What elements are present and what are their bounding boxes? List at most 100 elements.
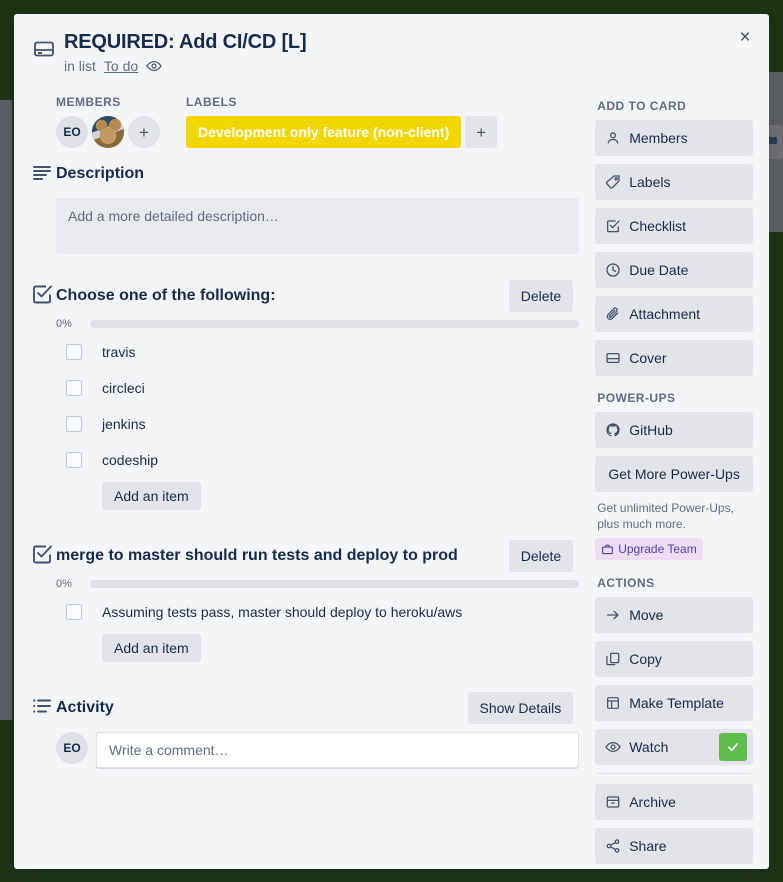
sidebar-item-label: Move bbox=[629, 606, 664, 623]
checklist-title: Choose one of the following: bbox=[56, 287, 276, 304]
sidebar-divider bbox=[597, 772, 751, 774]
members-heading: MEMBERS bbox=[56, 95, 121, 109]
cover-icon bbox=[605, 350, 621, 366]
tag-icon bbox=[605, 174, 621, 190]
labels-list: Development only feature (non-client) + bbox=[186, 116, 498, 148]
sidebar-item-labels[interactable]: Labels bbox=[595, 164, 753, 200]
card-icon bbox=[32, 37, 56, 61]
checklist-progress-label: 0% bbox=[56, 318, 72, 330]
clock-icon bbox=[605, 262, 621, 278]
sidebar-item-label: Archive bbox=[629, 793, 676, 810]
activity-module: Activity Show Details EO bbox=[33, 692, 580, 768]
checklist-item[interactable]: travis bbox=[56, 334, 579, 370]
copy-icon bbox=[605, 651, 621, 667]
activity-header: Activity Show Details bbox=[56, 692, 579, 724]
checklist-item-label: circleci bbox=[102, 380, 145, 396]
checkbox-icon[interactable] bbox=[66, 416, 82, 432]
eye-icon bbox=[605, 739, 621, 755]
checklist-item[interactable]: circleci bbox=[56, 370, 579, 406]
in-list-label: in list bbox=[64, 58, 96, 74]
avatar[interactable]: EO bbox=[56, 732, 88, 764]
avatar[interactable]: EO bbox=[56, 116, 88, 148]
sidebar-item-archive[interactable]: Archive bbox=[595, 783, 753, 820]
sidebar-item-label: Copy bbox=[629, 650, 662, 667]
checklist-progress-track bbox=[90, 320, 580, 328]
checkbox-icon[interactable] bbox=[66, 380, 82, 396]
page-title: REQUIRED: Add CI/CD [L] bbox=[64, 31, 307, 53]
modal-body: MEMBERS EO + LABELS Development only fea… bbox=[14, 80, 769, 869]
card-detail-modal: × REQUIRED: Add CI/CD [L] in list To do bbox=[14, 14, 769, 869]
share-icon bbox=[605, 838, 621, 854]
add-to-card-heading: ADD TO CARD bbox=[597, 99, 687, 113]
checklist-progress: 0% bbox=[56, 578, 580, 590]
board-background: × REQUIRED: Add CI/CD [L] in list To do bbox=[0, 0, 783, 882]
comment-row: EO bbox=[56, 732, 580, 768]
sidebar-item-share[interactable]: Share bbox=[595, 827, 753, 864]
checklist-item[interactable]: codeship bbox=[56, 442, 579, 478]
sidebar-item-make-template[interactable]: Make Template bbox=[595, 684, 753, 721]
description-module: Description Add a more detailed descript… bbox=[33, 158, 580, 254]
show-details-button[interactable]: Show Details bbox=[467, 692, 574, 724]
checklist-item[interactable]: jenkins bbox=[56, 406, 579, 442]
arrow-right-icon bbox=[605, 607, 621, 623]
sidebar-item-label: Due Date bbox=[629, 262, 689, 278]
checklist-item-label: jenkins bbox=[102, 416, 146, 432]
card-header: REQUIRED: Add CI/CD [L] in list To do bbox=[14, 14, 769, 80]
sidebar: ADD TO CARD Members Labels Checklist Due… bbox=[587, 88, 761, 869]
avatar[interactable] bbox=[92, 116, 124, 148]
checklist-header: merge to master should run tests and dep… bbox=[56, 540, 579, 572]
sidebar-item-label: Members bbox=[629, 130, 688, 146]
card-icon bbox=[768, 137, 777, 144]
checklist-icon bbox=[30, 542, 54, 566]
label-chip[interactable]: Development only feature (non-client) bbox=[186, 116, 462, 148]
checkbox-icon[interactable] bbox=[66, 344, 82, 360]
checklist-progress-track bbox=[90, 580, 580, 588]
actions-heading: ACTIONS bbox=[597, 575, 655, 590]
sidebar-item-move[interactable]: Move bbox=[595, 596, 753, 633]
sidebar-item-members[interactable]: Members bbox=[595, 120, 753, 156]
power-ups-heading: POWER-UPS bbox=[597, 391, 676, 405]
person-icon bbox=[605, 130, 621, 146]
sidebar-item-copy[interactable]: Copy bbox=[595, 640, 753, 677]
add-checklist-item-button[interactable]: Add an item bbox=[102, 482, 201, 510]
card-breadcrumb: in list To do bbox=[64, 56, 713, 76]
comment-input[interactable] bbox=[96, 732, 580, 768]
get-more-power-ups-button[interactable]: Get More Power-Ups bbox=[595, 456, 753, 492]
labels-section: LABELS Development only feature (non-cli… bbox=[186, 94, 498, 148]
checklist-progress-label: 0% bbox=[56, 578, 72, 590]
sidebar-item-watch[interactable]: Watch bbox=[595, 728, 753, 765]
add-member-button[interactable]: + bbox=[128, 116, 160, 148]
add-label-button[interactable]: + bbox=[465, 116, 498, 148]
checkbox-icon[interactable] bbox=[66, 452, 82, 468]
checklist-item-label: codeship bbox=[102, 452, 159, 468]
sidebar-item-label: Attachment bbox=[629, 306, 701, 322]
checklist-item[interactable]: Assuming tests pass, master should deplo… bbox=[56, 594, 579, 630]
sidebar-item-label: Share bbox=[629, 837, 667, 854]
checkbox-icon[interactable] bbox=[66, 604, 82, 620]
sidebar-item-due-date[interactable]: Due Date bbox=[595, 252, 753, 288]
list-link[interactable]: To do bbox=[104, 56, 138, 76]
checklist-delete-button[interactable]: Delete bbox=[508, 540, 574, 572]
labels-heading: LABELS bbox=[186, 95, 237, 109]
add-checklist-item-button[interactable]: Add an item bbox=[102, 634, 201, 662]
checklist-module: merge to master should run tests and dep… bbox=[33, 540, 580, 662]
checklist-title: merge to master should run tests and dep… bbox=[56, 547, 458, 564]
board-list-behind-left bbox=[0, 100, 12, 720]
upgrade-team-label: Upgrade Team bbox=[618, 542, 697, 556]
description-input[interactable]: Add a more detailed description… bbox=[56, 198, 580, 254]
upgrade-team-button[interactable]: Upgrade Team bbox=[595, 538, 703, 560]
checklist-delete-button[interactable]: Delete bbox=[508, 280, 574, 312]
activity-icon bbox=[30, 694, 54, 718]
sidebar-item-label: GitHub bbox=[629, 422, 673, 438]
members-section: MEMBERS EO + bbox=[56, 94, 160, 148]
sidebar-item-attachment[interactable]: Attachment bbox=[595, 296, 753, 332]
description-heading: Description bbox=[56, 165, 145, 182]
sidebar-item-cover[interactable]: Cover bbox=[595, 340, 753, 376]
template-icon bbox=[605, 695, 621, 711]
paperclip-icon bbox=[605, 306, 621, 322]
github-icon bbox=[605, 422, 621, 438]
briefcase-icon bbox=[601, 543, 614, 556]
sidebar-item-label: Make Template bbox=[629, 694, 724, 711]
sidebar-item-checklist[interactable]: Checklist bbox=[595, 208, 753, 244]
sidebar-item-github[interactable]: GitHub bbox=[595, 412, 753, 448]
